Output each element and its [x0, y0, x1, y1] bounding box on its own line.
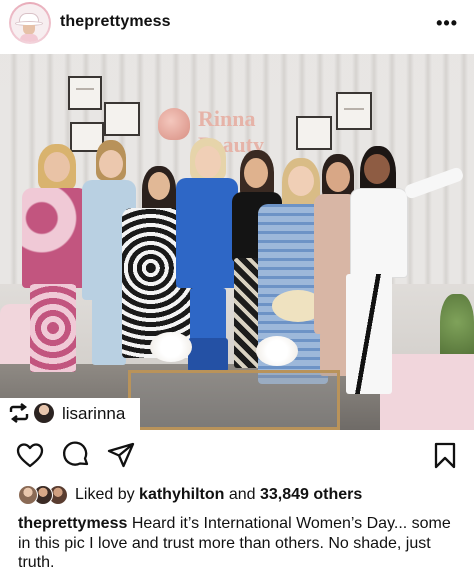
avatar-image — [11, 4, 49, 42]
flower-arrangement — [150, 332, 192, 362]
liked-by-user[interactable]: kathyhilton — [139, 486, 224, 503]
post-photo[interactable]: Rinna Beauty — [0, 54, 474, 430]
more-options-icon[interactable]: ••• — [436, 13, 458, 34]
comment-icon[interactable] — [61, 440, 91, 470]
likes-row[interactable]: Liked by kathyhilton and 33,849 others — [0, 485, 474, 507]
repost-avatar — [34, 403, 54, 423]
action-bar — [0, 440, 474, 474]
pink-sofa — [380, 354, 474, 430]
wall-frame — [104, 102, 140, 136]
likes-count[interactable]: 33,849 others — [260, 486, 362, 503]
repost-badge[interactable]: lisarinna — [0, 398, 140, 430]
brand-sign-line1: Rinna — [198, 106, 256, 131]
caption-username[interactable]: theprettymess — [18, 515, 127, 532]
likes-text: Liked by kathyhilton and 33,849 others — [75, 486, 362, 504]
brand-logo-icon — [158, 108, 190, 140]
heart-icon[interactable] — [15, 440, 45, 470]
profile-avatar[interactable] — [9, 2, 51, 44]
wall-frame — [336, 92, 372, 130]
bookmark-icon[interactable] — [430, 440, 460, 470]
post-caption: theprettymess Heard it’s International W… — [18, 514, 458, 573]
likes-prefix: Liked by — [75, 486, 140, 503]
wall-frame — [68, 76, 102, 110]
flower-arrangement — [256, 336, 298, 366]
liker-avatar — [18, 485, 38, 505]
repost-icon — [8, 403, 30, 429]
repost-username[interactable]: lisarinna — [62, 404, 125, 424]
coffee-table — [128, 370, 340, 430]
likes-middle: and — [224, 486, 260, 503]
share-icon[interactable] — [106, 440, 136, 470]
wall-frame — [296, 116, 332, 150]
post-username[interactable]: theprettymess — [60, 13, 171, 31]
post-header: theprettymess ••• — [0, 0, 474, 48]
